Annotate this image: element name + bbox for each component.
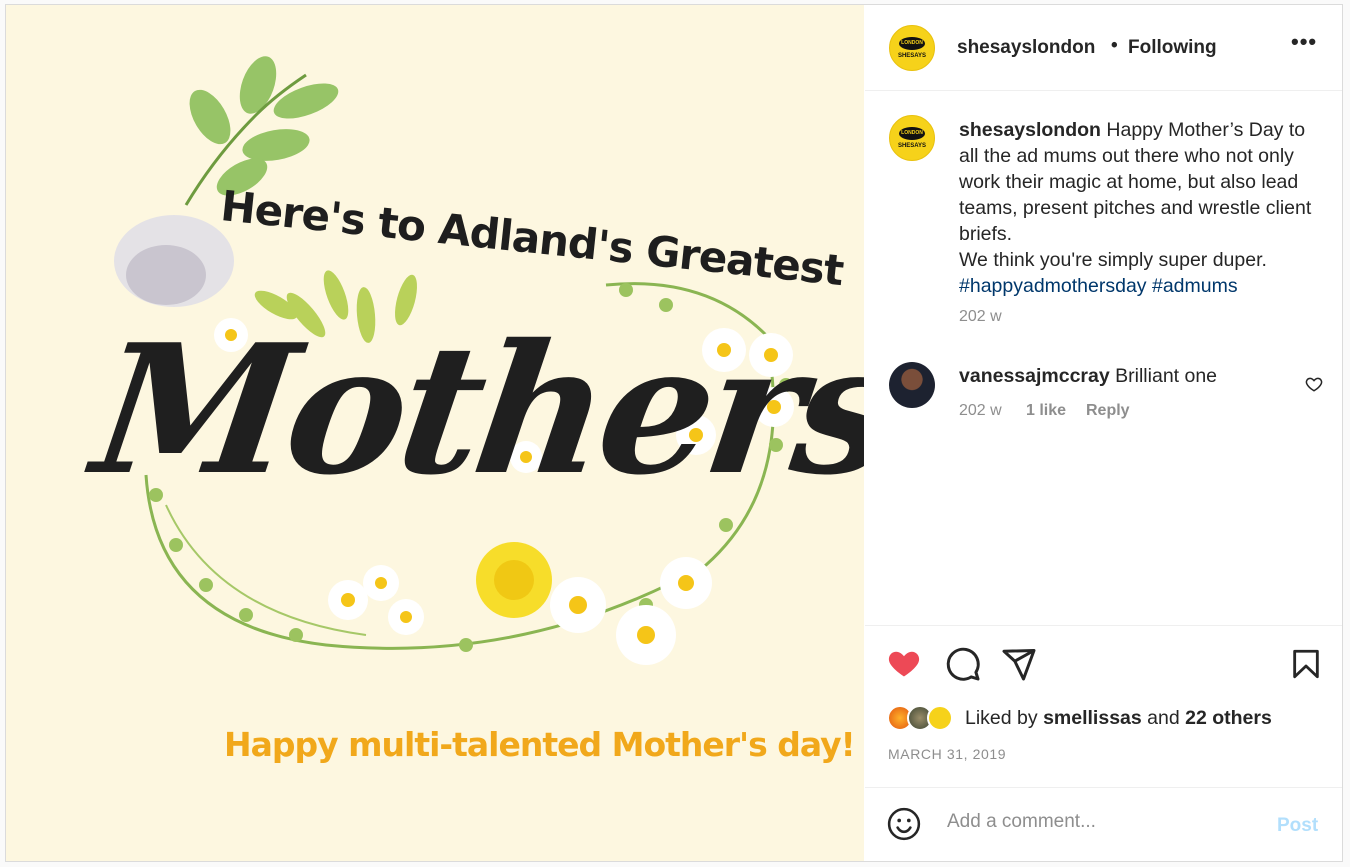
hashtag-link[interactable]: #admums [1152, 275, 1238, 297]
caption-username[interactable]: shesayslondon [959, 119, 1101, 141]
logo-bubble: LONDON [899, 127, 925, 140]
logo-wordmark: SHESAYS [897, 143, 927, 149]
post-sidebar: LONDON SHESAYS shesayslondon • Following… [865, 5, 1342, 861]
logo-wordmark: SHESAYS [897, 53, 927, 59]
emoji-icon[interactable] [887, 807, 921, 841]
header-username[interactable]: shesayslondon [957, 37, 1095, 59]
liker-username[interactable]: smellissas [1043, 707, 1142, 729]
caption-body-2: We think you're simply super duper. [959, 249, 1267, 271]
likes-summary: Liked by smellissas and 22 others [965, 707, 1272, 730]
comment-icon[interactable] [945, 646, 981, 682]
more-options-icon[interactable]: ••• [1291, 29, 1317, 55]
commenter-username[interactable]: vanessajmccray [959, 365, 1110, 387]
instagram-post-modal: Here's to Adland's Greatest Mothers Happ… [5, 4, 1343, 862]
hashtag-link[interactable]: #happyadmothersday [959, 275, 1147, 297]
profile-avatar[interactable]: LONDON SHESAYS [889, 25, 935, 71]
commenter-avatar[interactable] [889, 362, 935, 408]
comment-text: vanessajmccray Brilliant one [959, 365, 1217, 388]
post-comment-button[interactable]: Post [1277, 815, 1318, 837]
caption-age[interactable]: 202 w [959, 308, 1002, 326]
caption-avatar[interactable]: LONDON SHESAYS [889, 115, 935, 161]
comment-input[interactable] [945, 810, 1269, 834]
logo-bubble: LONDON [899, 37, 925, 50]
comment-body: Brilliant one [1115, 365, 1218, 387]
comment-like-icon[interactable] [1305, 375, 1323, 393]
add-comment-bar: Post [865, 787, 1342, 861]
artwork-subtitle: Happy multi-talented Mother's day! [224, 725, 856, 764]
comment-likes[interactable]: 1 like [1026, 402, 1066, 419]
artwork-title: Mothers [83, 305, 864, 514]
likes-and: and [1147, 707, 1180, 729]
caption-text: shesayslondon Happy Mother’s Day to all … [959, 117, 1319, 299]
post-image[interactable]: Here's to Adland's Greatest Mothers Happ… [6, 5, 864, 861]
share-icon[interactable] [1001, 646, 1037, 682]
post-date[interactable]: MARCH 31, 2019 [888, 746, 1006, 762]
comment-age[interactable]: 202 w [959, 402, 1002, 420]
like-heart-icon[interactable] [885, 645, 923, 681]
header-separator: • [1111, 35, 1118, 56]
save-bookmark-icon[interactable] [1289, 646, 1323, 682]
liker-avatar [927, 705, 953, 731]
likes-others[interactable]: 22 others [1185, 707, 1272, 729]
liked-by-label: Liked by [965, 707, 1038, 729]
following-button[interactable]: Following [1128, 37, 1217, 59]
reply-button[interactable]: Reply [1086, 402, 1130, 419]
post-header: LONDON SHESAYS shesayslondon • Following… [865, 5, 1342, 91]
